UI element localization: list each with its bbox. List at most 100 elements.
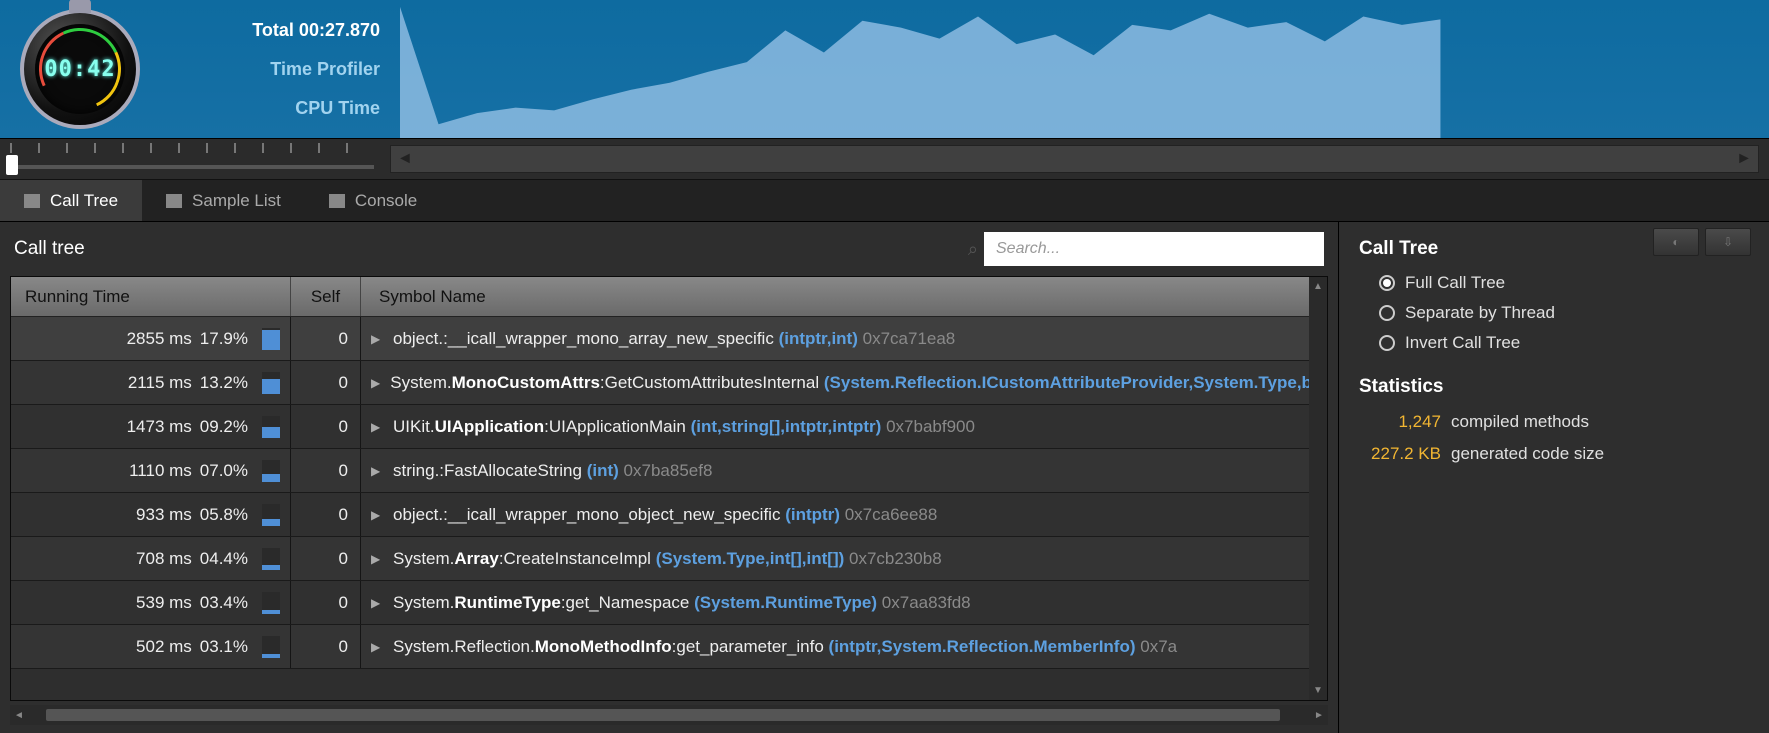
table-row[interactable]: 539 ms 03.4%0▶System.RuntimeType:get_Nam… xyxy=(11,581,1309,625)
cell-running-time: 2855 ms 17.9% xyxy=(11,317,291,360)
stat-label: generated code size xyxy=(1451,444,1604,464)
tab-label: Console xyxy=(355,191,417,211)
expand-icon[interactable]: ▶ xyxy=(371,376,380,390)
search-icon: ⌕ xyxy=(968,239,978,260)
timeline-handle[interactable] xyxy=(6,155,18,175)
cell-symbol: ▶System.MonoCustomAttrs:GetCustomAttribu… xyxy=(361,373,1309,393)
tab-label: Sample List xyxy=(192,191,281,211)
cell-self: 0 xyxy=(291,581,361,624)
col-symbol[interactable]: Symbol Name xyxy=(361,277,1309,316)
tab-sample-list[interactable]: Sample List xyxy=(142,180,305,221)
stat-label: compiled methods xyxy=(1451,412,1589,432)
expand-icon[interactable]: ▶ xyxy=(371,464,383,478)
scroll-right-icon[interactable]: ► xyxy=(1736,150,1752,168)
cell-symbol: ▶UIKit.UIApplication:UIApplicationMain (… xyxy=(361,417,1309,437)
stopwatch-icon: 00:42 xyxy=(20,9,140,129)
percent-bar xyxy=(262,636,280,658)
expand-icon[interactable]: ▶ xyxy=(371,596,383,610)
cell-running-time: 2115 ms 13.2% xyxy=(11,361,291,404)
cell-self: 0 xyxy=(291,405,361,448)
cell-running-time: 933 ms 05.8% xyxy=(11,493,291,536)
col-running-time[interactable]: Running Time xyxy=(11,277,291,316)
side-action-export[interactable]: ⇩ xyxy=(1705,228,1751,256)
side-panel: ◐ ⇩ Call Tree Full Call TreeSeparate by … xyxy=(1339,222,1769,733)
radio-icon xyxy=(1379,305,1395,321)
cell-running-time: 708 ms 04.4% xyxy=(11,537,291,580)
percent-bar xyxy=(262,372,280,394)
scroll-up-icon[interactable]: ▲ xyxy=(1313,281,1323,292)
col-self[interactable]: Self xyxy=(291,277,361,316)
radio-icon xyxy=(1379,335,1395,351)
percent-bar xyxy=(262,548,280,570)
tab-call-tree[interactable]: Call Tree xyxy=(0,180,142,221)
cell-symbol: ▶string.:FastAllocateString (int) 0x7ba8… xyxy=(361,461,1309,481)
call-tree-table: Running Time Self Symbol Name 2855 ms 17… xyxy=(10,276,1328,701)
timeline-ruler[interactable] xyxy=(0,139,380,179)
tab-icon xyxy=(329,194,345,208)
cell-symbol: ▶System.Reflection.MonoMethodInfo:get_pa… xyxy=(361,637,1309,657)
table-row[interactable]: 933 ms 05.8%0▶object.:__icall_wrapper_mo… xyxy=(11,493,1309,537)
scroll-left-icon[interactable]: ◄ xyxy=(10,710,28,721)
cell-self: 0 xyxy=(291,449,361,492)
table-header: Running Time Self Symbol Name xyxy=(11,277,1309,317)
table-row[interactable]: 1473 ms 09.2%0▶UIKit.UIApplication:UIApp… xyxy=(11,405,1309,449)
percent-bar xyxy=(262,328,280,350)
percent-bar xyxy=(262,504,280,526)
percent-bar xyxy=(262,416,280,438)
cell-self: 0 xyxy=(291,537,361,580)
tab-icon xyxy=(24,194,40,208)
stat-value: 227.2 KB xyxy=(1369,444,1441,464)
radio-option[interactable]: Separate by Thread xyxy=(1359,298,1749,328)
side-action-settings[interactable]: ◐ xyxy=(1653,228,1699,256)
horizontal-scrollbar[interactable]: ◄ ► xyxy=(10,705,1328,725)
expand-icon[interactable]: ▶ xyxy=(371,552,383,566)
cell-self: 0 xyxy=(291,493,361,536)
expand-icon[interactable]: ▶ xyxy=(371,420,383,434)
table-row[interactable]: 708 ms 04.4%0▶System.Array:CreateInstanc… xyxy=(11,537,1309,581)
stats-title: Statistics xyxy=(1359,376,1749,398)
stat-row: 1,247 compiled methods xyxy=(1359,406,1749,438)
scroll-thumb[interactable] xyxy=(46,709,1280,721)
tab-icon xyxy=(166,194,182,208)
timeline-scrollbar[interactable]: ◄ ► xyxy=(390,145,1759,173)
table-row[interactable]: 2855 ms 17.9%0▶object.:__icall_wrapper_m… xyxy=(11,317,1309,361)
scroll-left-icon[interactable]: ◄ xyxy=(397,150,413,168)
scroll-right-icon[interactable]: ► xyxy=(1310,710,1328,721)
expand-icon[interactable]: ▶ xyxy=(371,332,383,346)
cell-self: 0 xyxy=(291,361,361,404)
stat-row: 227.2 KB generated code size xyxy=(1359,438,1749,470)
stat-value: 1,247 xyxy=(1369,412,1441,432)
cell-self: 0 xyxy=(291,317,361,360)
tab-bar: Call Tree Sample List Console xyxy=(0,180,1769,222)
radio-label: Invert Call Tree xyxy=(1405,333,1520,353)
cpu-sparkline-chart[interactable] xyxy=(400,0,1769,138)
expand-icon[interactable]: ▶ xyxy=(371,508,383,522)
cell-symbol: ▶object.:__icall_wrapper_mono_object_new… xyxy=(361,505,1309,525)
table-row[interactable]: 2115 ms 13.2%0▶System.MonoCustomAttrs:Ge… xyxy=(11,361,1309,405)
radio-option[interactable]: Invert Call Tree xyxy=(1359,328,1749,358)
percent-bar xyxy=(262,592,280,614)
cell-self: 0 xyxy=(291,625,361,668)
cell-symbol: ▶object.:__icall_wrapper_mono_array_new_… xyxy=(361,329,1309,349)
header-labels: Total 00:27.870 Time Profiler CPU Time xyxy=(160,20,380,119)
radio-label: Separate by Thread xyxy=(1405,303,1555,323)
percent-bar xyxy=(262,460,280,482)
scroll-down-icon[interactable]: ▼ xyxy=(1313,685,1323,696)
table-row[interactable]: 502 ms 03.1%0▶System.Reflection.MonoMeth… xyxy=(11,625,1309,669)
radio-icon xyxy=(1379,275,1395,291)
tab-console[interactable]: Console xyxy=(305,180,441,221)
table-row[interactable]: 1110 ms 07.0%0▶string.:FastAllocateStrin… xyxy=(11,449,1309,493)
radio-option[interactable]: Full Call Tree xyxy=(1359,268,1749,298)
search-input[interactable] xyxy=(984,232,1324,266)
vertical-scrollbar[interactable]: ▲ ▼ xyxy=(1309,277,1327,700)
expand-icon[interactable]: ▶ xyxy=(371,640,383,654)
cell-symbol: ▶System.RuntimeType:get_Namespace (Syste… xyxy=(361,593,1309,613)
cell-running-time: 502 ms 03.1% xyxy=(11,625,291,668)
cell-symbol: ▶System.Array:CreateInstanceImpl (System… xyxy=(361,549,1309,569)
cell-running-time: 539 ms 03.4% xyxy=(11,581,291,624)
profiler-name-label: Time Profiler xyxy=(160,59,380,80)
radio-label: Full Call Tree xyxy=(1405,273,1505,293)
total-time-label: Total 00:27.870 xyxy=(160,20,380,41)
metric-label: CPU Time xyxy=(160,98,380,119)
tab-label: Call Tree xyxy=(50,191,118,211)
